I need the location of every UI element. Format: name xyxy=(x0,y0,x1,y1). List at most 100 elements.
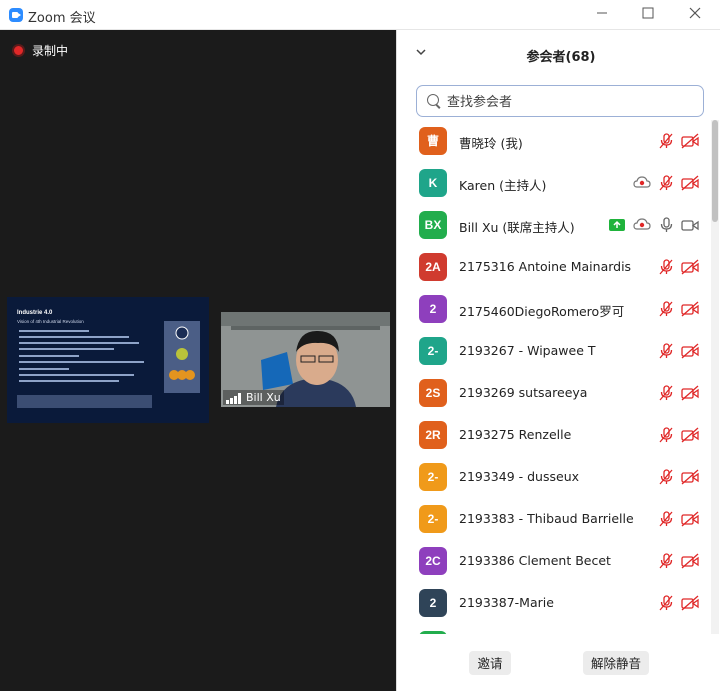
video-off-icon[interactable] xyxy=(681,595,699,611)
mic-muted-icon[interactable] xyxy=(659,133,673,149)
mic-muted-icon[interactable] xyxy=(659,343,673,359)
mic-icon[interactable] xyxy=(659,217,673,233)
participant-row[interactable]: 2- 2193267 - Wipawee T xyxy=(397,330,711,372)
participants-panel: 参会者(68) 曹曹晓玲 (我) K Karen (主持人) BX Bill Xu (联… xyxy=(396,30,720,691)
slide-subtitle: Vision of 4th Industrial Revolution xyxy=(17,319,84,324)
invite-button[interactable]: 邀请 xyxy=(469,651,511,675)
participant-avatar: 2 xyxy=(419,589,447,617)
participant-status-icons xyxy=(651,469,699,485)
mic-muted-icon[interactable] xyxy=(659,301,673,317)
video-off-icon[interactable] xyxy=(681,553,699,569)
title-bar: Zoom 会议 xyxy=(0,0,720,30)
participant-status-icons xyxy=(651,385,699,401)
participant-row[interactable]: 2 2175460DiegoRomero罗可 xyxy=(397,288,711,330)
video-icon[interactable] xyxy=(681,217,699,233)
mic-muted-icon[interactable] xyxy=(659,553,673,569)
mic-muted-icon[interactable] xyxy=(659,175,673,191)
participant-search-input[interactable] xyxy=(445,90,699,114)
participant-name: 2175460DiegoRomero罗可 xyxy=(459,304,625,319)
slide-diagram-icons xyxy=(169,326,195,380)
unmute-all-button[interactable]: 解除静音 xyxy=(583,651,649,675)
video-off-icon[interactable] xyxy=(681,343,699,359)
slide-text-line xyxy=(19,342,139,344)
participant-avatar: 2- xyxy=(419,337,447,365)
participant-avatar: 曹 xyxy=(419,127,447,155)
participant-name: 2193383 - Thibaud Barrielle xyxy=(459,511,634,526)
mic-muted-icon[interactable] xyxy=(659,511,673,527)
participant-avatar: 2- xyxy=(419,463,447,491)
cloud-recording-icon xyxy=(633,218,651,230)
participant-row[interactable]: 2C 2193386 Clement Becet xyxy=(397,540,711,582)
participant-avatar: BX xyxy=(419,211,447,239)
cloud-recording-icon xyxy=(633,176,651,188)
participant-row[interactable]: 曹曹晓玲 (我) xyxy=(397,120,711,162)
participant-name: 2193387-Marie xyxy=(459,595,554,610)
shared-screen[interactable]: Industrie 4.0 Vision of 4th Industrial R… xyxy=(7,297,209,423)
mic-muted-icon[interactable] xyxy=(659,595,673,611)
video-off-icon[interactable] xyxy=(681,511,699,527)
slide-text-line xyxy=(19,380,119,382)
participant-status-icons xyxy=(651,343,699,359)
participant-name: 2193275 Renzelle xyxy=(459,427,572,442)
video-off-icon[interactable] xyxy=(681,427,699,443)
recording-dot-icon xyxy=(12,44,25,57)
participant-avatar: 2A xyxy=(419,253,447,281)
video-off-icon[interactable] xyxy=(681,133,699,149)
participant-list-scrollbar[interactable] xyxy=(711,120,719,634)
participant-row[interactable]: K Karen (主持人) xyxy=(397,162,711,204)
participant-row[interactable]: BX Bill Xu (联席主持人) xyxy=(397,204,711,246)
participant-row[interactable] xyxy=(397,624,711,634)
window-title: Zoom 会议 xyxy=(28,11,96,26)
participant-row[interactable]: 2S 2193269 sutsareeya xyxy=(397,372,711,414)
video-off-icon[interactable] xyxy=(681,175,699,191)
slide-footer-box xyxy=(17,395,152,408)
maximize-button[interactable] xyxy=(630,3,666,27)
participant-status-icons xyxy=(651,595,699,611)
participant-search-box[interactable] xyxy=(416,85,704,117)
recording-indicator: 录制中 xyxy=(12,42,68,59)
mic-muted-icon[interactable] xyxy=(659,385,673,401)
video-off-icon[interactable] xyxy=(681,469,699,485)
mic-muted-icon[interactable] xyxy=(659,427,673,443)
participant-list: 曹曹晓玲 (我) K Karen (主持人) BX Bill Xu (联席主持人) 2A 2… xyxy=(397,120,711,634)
video-off-icon[interactable] xyxy=(681,385,699,401)
participant-status-icons xyxy=(651,553,699,569)
mic-muted-icon[interactable] xyxy=(659,259,673,275)
slide-text-line xyxy=(19,348,114,350)
slide-text-line xyxy=(19,336,129,338)
participant-avatar: 2 xyxy=(419,295,447,323)
participant-status-icons xyxy=(625,175,699,191)
participant-avatar xyxy=(419,631,447,634)
participant-avatar: 2R xyxy=(419,421,447,449)
participant-row[interactable]: 2- 2193383 - Thibaud Barrielle xyxy=(397,498,711,540)
participant-name: 曹晓玲 (我) xyxy=(459,136,523,151)
participant-row[interactable]: 2A 2175316 Antoine Mainardis xyxy=(397,246,711,288)
participant-name: 2193267 - Wipawee T xyxy=(459,343,596,358)
video-off-icon[interactable] xyxy=(681,259,699,275)
scrollbar-thumb[interactable] xyxy=(712,120,718,222)
participant-name: 2193386 Clement Becet xyxy=(459,553,611,568)
participant-avatar: K xyxy=(419,169,447,197)
slide-text-line xyxy=(19,368,69,370)
participant-avatar: 2- xyxy=(419,505,447,533)
participant-name: 2175316 Antoine Mainardis xyxy=(459,259,632,274)
participant-status-icons xyxy=(651,133,699,149)
recording-label: 录制中 xyxy=(32,44,69,58)
participant-row[interactable]: 2 2193387-Marie xyxy=(397,582,711,624)
video-off-icon[interactable] xyxy=(681,301,699,317)
minimize-button[interactable] xyxy=(584,3,620,27)
screen-share-icon xyxy=(609,219,625,231)
participant-status-icons xyxy=(651,511,699,527)
video-tile-label: Bill Xu xyxy=(223,390,284,405)
participant-row[interactable]: 2- 2193349 - dusseux xyxy=(397,456,711,498)
participant-status-icons xyxy=(601,217,699,233)
slide-diagram xyxy=(164,321,200,393)
slide-text-line xyxy=(19,330,89,332)
participant-name: 2193269 sutsareeya xyxy=(459,385,588,400)
participant-video-tile[interactable]: Bill Xu xyxy=(221,312,390,407)
close-button[interactable] xyxy=(677,3,713,27)
slide-title: Industrie 4.0 xyxy=(17,310,53,316)
participants-title: 参会者(68) xyxy=(526,50,596,65)
participant-row[interactable]: 2R 2193275 Renzelle xyxy=(397,414,711,456)
mic-muted-icon[interactable] xyxy=(659,469,673,485)
